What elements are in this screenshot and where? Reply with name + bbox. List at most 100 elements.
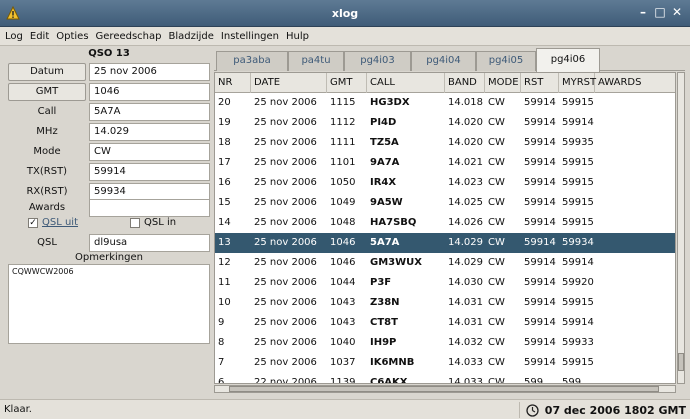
horizontal-scrollbar[interactable] <box>214 385 676 393</box>
column-header-myrst[interactable]: MYRST <box>559 73 596 93</box>
cell-call: 9A7A <box>370 157 400 168</box>
tab-pg4i04[interactable]: pg4i04 <box>411 51 476 71</box>
table-row[interactable]: 18 25 nov 2006 1111 TZ5A 14.020 CW 59914 59935 <box>215 133 675 153</box>
cell-rst: 59914 <box>524 257 556 268</box>
cell-band: 14.026 <box>448 217 483 228</box>
menu-instellingen[interactable]: Instellingen <box>221 31 285 42</box>
cell-date: 25 nov 2006 <box>254 117 317 128</box>
table-row[interactable]: 7 25 nov 2006 1037 IK6MNB 14.033 CW 59914 59915 <box>215 353 675 373</box>
cell-myrst: 59933 <box>562 337 594 348</box>
qsl-uit-label[interactable]: QSL uit <box>42 217 78 228</box>
qsl-in-label[interactable]: QSL in <box>144 217 176 228</box>
menu-gereedschap[interactable]: Gereedschap <box>96 31 168 42</box>
table-row[interactable]: 8 25 nov 2006 1040 IH9P 14.032 CW 59914 59933 <box>215 333 675 353</box>
cell-band: 14.020 <box>448 117 483 128</box>
cell-myrst: 59915 <box>562 97 594 108</box>
remarks-textarea[interactable]: CQWWCW2006 <box>8 264 210 344</box>
cell-band: 14.020 <box>448 137 483 148</box>
table-row[interactable]: 10 25 nov 2006 1043 Z38N 14.031 CW 59914 59915 <box>215 293 675 313</box>
table-row[interactable]: 15 25 nov 2006 1049 9A5W 14.025 CW 59914 59915 <box>215 193 675 213</box>
column-header-date[interactable]: DATE <box>251 73 327 93</box>
column-header-call[interactable]: CALL <box>367 73 445 93</box>
cell-date: 25 nov 2006 <box>254 277 317 288</box>
menu-hulp[interactable]: Hulp <box>286 31 315 42</box>
table-row[interactable]: 14 25 nov 2006 1048 HA7SBQ 14.026 CW 59914 5991… <box>215 213 675 233</box>
field-row-awards: Awards <box>8 198 210 218</box>
cell-mode: CW <box>488 197 505 208</box>
vertical-scrollbar[interactable] <box>677 72 685 384</box>
cell-mode: CW <box>488 137 505 148</box>
column-header-mode[interactable]: MODE <box>485 73 521 93</box>
cell-nr: 9 <box>218 317 225 328</box>
cell-myrst: 59934 <box>562 237 594 248</box>
cell-band: 14.025 <box>448 197 483 208</box>
table-row[interactable]: 9 25 nov 2006 1043 CT8T 14.031 CW 59914 59914 <box>215 313 675 333</box>
call-field[interactable]: 5A7A <box>89 103 210 121</box>
menu-opties[interactable]: Opties <box>56 31 94 42</box>
cell-rst: 59914 <box>524 157 556 168</box>
cell-rst: 59914 <box>524 237 556 248</box>
vertical-scroll-thumb[interactable] <box>678 353 684 371</box>
qso-title: QSO 13 <box>88 48 130 59</box>
menu-log[interactable]: Log <box>5 31 29 42</box>
table-header: NR DATE GMT CALL BAND MODE RST MYRST AWA… <box>215 73 675 93</box>
column-header-nr[interactable]: NR <box>215 73 251 93</box>
table-row[interactable]: 11 25 nov 2006 1044 P3F 14.030 CW 59914 59920 <box>215 273 675 293</box>
qsl-in-checkbox[interactable] <box>130 218 140 228</box>
cell-rst: 59914 <box>524 97 556 108</box>
table-row[interactable]: 19 25 nov 2006 1112 PI4D 14.020 CW 59914 59914 <box>215 113 675 133</box>
menu-edit[interactable]: Edit <box>30 31 55 42</box>
menu-bladzijde[interactable]: Bladzijde <box>169 31 220 42</box>
table-row[interactable]: 16 25 nov 2006 1050 IR4X 14.023 CW 59914 59915 <box>215 173 675 193</box>
qso-panel: QSO 13 Datum 25 nov 2006 GMT 1046 Call 5… <box>8 48 210 393</box>
call-label: Call <box>37 106 57 117</box>
tab-pg4i03[interactable]: pg4i03 <box>344 51 411 71</box>
cell-call: C6AKX <box>370 377 408 384</box>
tab-pg4i05[interactable]: pg4i05 <box>476 51 536 71</box>
tab-pa4tu[interactable]: pa4tu <box>288 51 344 71</box>
cell-nr: 17 <box>218 157 231 168</box>
table-row[interactable]: 12 25 nov 2006 1046 GM3WUX 14.029 CW 59914 5991… <box>215 253 675 273</box>
table-row[interactable]: 6 22 nov 2006 1139 C6AKX 14.033 CW 599 599 <box>215 373 675 384</box>
cell-myrst: 59915 <box>562 157 594 168</box>
cell-myrst: 59920 <box>562 277 594 288</box>
tab-pa3aba[interactable]: pa3aba <box>216 51 288 71</box>
cell-call: TZ5A <box>370 137 399 148</box>
column-header-gmt[interactable]: GMT <box>327 73 367 93</box>
mhz-field[interactable]: 14.029 <box>89 123 210 141</box>
field-row-gmt: GMT 1046 <box>8 82 210 102</box>
tx-rst-field[interactable]: 59914 <box>89 163 210 181</box>
table-row[interactable]: 17 25 nov 2006 1101 9A7A 14.021 CW 59914 59915 <box>215 153 675 173</box>
cell-myrst: 59914 <box>562 257 594 268</box>
column-header-rst[interactable]: RST <box>521 73 559 93</box>
table-row[interactable]: 13 25 nov 2006 1046 5A7A 14.029 CW 59914 59934 <box>215 233 675 253</box>
cell-mode: CW <box>488 337 505 348</box>
table-row[interactable]: 20 25 nov 2006 1115 HG3DX 14.018 CW 59914 59915 <box>215 93 675 113</box>
maximize-icon[interactable]: □ <box>653 5 667 20</box>
gmt-button[interactable]: GMT <box>8 83 86 101</box>
cell-gmt: 1043 <box>330 317 356 328</box>
cell-date: 25 nov 2006 <box>254 177 317 188</box>
cell-myrst: 59915 <box>562 297 594 308</box>
qsl-uit-checkbox[interactable]: ✓ <box>28 218 38 228</box>
cell-date: 25 nov 2006 <box>254 337 317 348</box>
cell-myrst: 599 <box>562 377 582 384</box>
column-header-band[interactable]: BAND <box>445 73 485 93</box>
clock-area: 07 dec 2006 1802 GMT <box>518 402 686 418</box>
close-icon[interactable]: ✕ <box>670 5 684 20</box>
horizontal-scroll-thumb[interactable] <box>229 386 659 392</box>
qsl-field[interactable]: dl9usa <box>89 234 210 252</box>
datum-field[interactable]: 25 nov 2006 <box>89 63 210 81</box>
gmt-field[interactable]: 1046 <box>89 83 210 101</box>
tab-pg4i06[interactable]: pg4i06 <box>536 48 600 72</box>
column-header-awards[interactable]: AWARDS <box>595 73 675 93</box>
cell-myrst: 59914 <box>562 117 594 128</box>
mode-field[interactable]: CW <box>89 143 210 161</box>
cell-call: 5A7A <box>370 237 400 248</box>
cell-nr: 7 <box>218 357 225 368</box>
cell-mode: CW <box>488 297 505 308</box>
cell-band: 14.032 <box>448 337 483 348</box>
datum-button[interactable]: Datum <box>8 63 86 81</box>
awards-field[interactable] <box>89 199 210 217</box>
minimize-icon[interactable]: – <box>636 5 650 20</box>
